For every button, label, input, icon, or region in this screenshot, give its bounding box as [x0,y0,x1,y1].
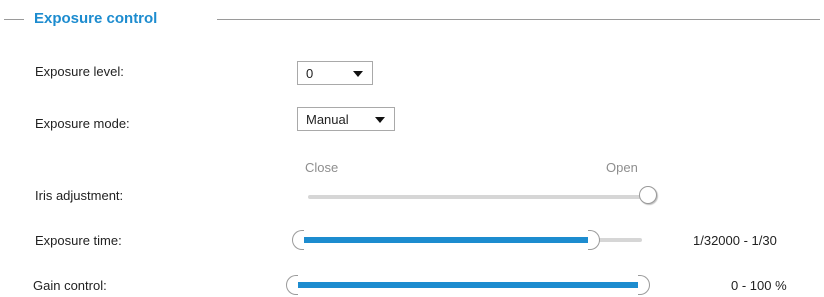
chevron-down-icon [353,71,363,77]
exposure-mode-label: Exposure mode: [35,116,130,131]
section-divider-right [217,19,820,20]
iris-slider-handle[interactable] [639,186,657,204]
chevron-down-icon [375,117,385,123]
exposure-time-min-handle[interactable] [292,230,304,250]
gain-range-value: 0 - 100 % [731,278,787,293]
exposure-level-label: Exposure level: [35,64,124,79]
gain-slider-range [292,282,644,288]
exposure-time-max-handle[interactable] [587,230,600,250]
gain-control-label: Gain control: [33,278,107,293]
exposure-control-panel: Exposure control Exposure level: 0 Expos… [0,0,824,297]
exposure-time-label: Exposure time: [35,233,122,248]
iris-adjustment-label: Iris adjustment: [35,188,124,203]
exposure-level-value: 0 [306,66,314,81]
gain-min-handle[interactable] [286,275,298,295]
exposure-mode-value: Manual [306,112,349,127]
gain-max-handle[interactable] [638,275,650,295]
exposure-level-select[interactable]: 0 [297,61,373,85]
iris-min-caption: Close [305,160,339,175]
exposure-mode-select[interactable]: Manual [297,107,395,131]
section-title: Exposure control [34,10,158,27]
exposure-time-slider-range [298,237,594,243]
iris-max-caption: Open [606,160,638,175]
section-divider-left [4,19,24,20]
exposure-time-range-value: 1/32000 - 1/30 [693,233,777,248]
iris-slider-track[interactable] [308,195,648,199]
